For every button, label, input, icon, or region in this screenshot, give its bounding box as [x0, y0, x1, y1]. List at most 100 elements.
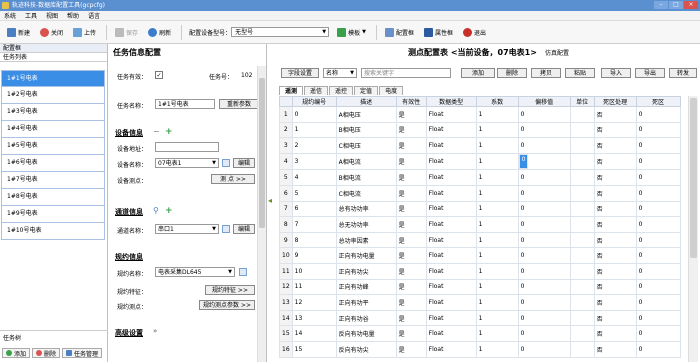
table-cell[interactable]: 正向有功谷: [335, 309, 397, 327]
table-cell[interactable]: 否: [593, 325, 637, 342]
table-cell[interactable]: 总有功功率: [335, 200, 397, 218]
table-cell[interactable]: Float: [425, 169, 477, 186]
table-cell[interactable]: 是: [395, 340, 427, 358]
table-cell[interactable]: Float: [425, 200, 477, 218]
table-cell[interactable]: C相电流: [335, 184, 397, 202]
task-item[interactable]: 1#7号电表: [1, 172, 105, 189]
scrollbar-thumb[interactable]: [259, 78, 265, 228]
table-cell[interactable]: 0: [517, 340, 571, 358]
tab-telemetry[interactable]: 遥测: [279, 86, 304, 95]
table-cell[interactable]: 1: [475, 200, 519, 218]
table-cell[interactable]: [569, 340, 595, 358]
table-cell[interactable]: Float: [425, 184, 477, 202]
table-cell[interactable]: [569, 247, 595, 264]
table-cell[interactable]: 是: [395, 294, 427, 311]
protocol-feature-button[interactable]: 规约特征 >>: [205, 285, 255, 295]
column-header[interactable]: 偏移值: [517, 96, 571, 107]
add-point-button[interactable]: 添加: [461, 68, 495, 78]
table-cell[interactable]: B相电流: [335, 169, 397, 186]
table-cell[interactable]: 0: [517, 137, 571, 154]
table-cell[interactable]: 否: [593, 169, 637, 186]
column-header[interactable]: 数据类型: [425, 96, 477, 107]
table-cell[interactable]: Float: [425, 247, 477, 264]
device-addr-input[interactable]: [155, 142, 219, 152]
table-cell[interactable]: 2: [291, 137, 337, 154]
table-cell[interactable]: 0: [291, 106, 337, 123]
table-cell[interactable]: 0: [635, 262, 681, 280]
table-cell[interactable]: 总无功功率: [335, 216, 397, 233]
table-cell[interactable]: 13: [291, 309, 337, 327]
table-cell[interactable]: 0: [635, 216, 681, 233]
table-cell[interactable]: 1: [475, 231, 519, 249]
table-cell[interactable]: 0: [517, 262, 571, 280]
table-cell[interactable]: 是: [395, 325, 427, 342]
table-cell[interactable]: 0: [517, 200, 571, 218]
table-cell[interactable]: 是: [395, 106, 427, 123]
export-button[interactable]: 导出: [635, 68, 665, 78]
table-cell[interactable]: 0: [517, 216, 571, 233]
table-cell[interactable]: 0: [517, 106, 571, 123]
table-cell[interactable]: Float: [425, 325, 477, 342]
table-cell[interactable]: 0: [635, 340, 681, 358]
table-cell[interactable]: 总功率因素: [335, 231, 397, 249]
channel-edit-button[interactable]: 编辑: [233, 224, 255, 234]
table-cell[interactable]: [569, 137, 595, 154]
table-cell[interactable]: [569, 106, 595, 123]
table-cell[interactable]: 是: [395, 216, 427, 233]
table-cell[interactable]: 0: [517, 121, 571, 139]
vertical-scrollbar[interactable]: [257, 66, 266, 362]
table-cell[interactable]: [569, 278, 595, 296]
table-cell[interactable]: Float: [425, 137, 477, 154]
table-cell[interactable]: [569, 262, 595, 280]
chevron-down-icon[interactable]: »: [153, 327, 157, 335]
table-cell[interactable]: 是: [395, 152, 427, 171]
table-cell[interactable]: 0: [517, 231, 571, 249]
table-cell[interactable]: 1: [475, 121, 519, 139]
table-cell[interactable]: 是: [395, 278, 427, 296]
close-window-button[interactable]: ×: [684, 1, 698, 9]
search-input[interactable]: 搜索关键字: [361, 68, 451, 78]
table-row[interactable]: 13 12 正向有功平是 Float 1 0 否 0: [279, 294, 681, 311]
table-icon[interactable]: [222, 159, 230, 167]
table-cell[interactable]: 12: [291, 294, 337, 311]
task-item[interactable]: 1#2号电表: [1, 87, 105, 104]
table-row[interactable]: 5 4 B相电流是 Float 1 0 否 0: [279, 169, 681, 186]
task-valid-checkbox[interactable]: ✓: [155, 71, 163, 79]
table-cell[interactable]: 3: [291, 152, 337, 171]
table-cell[interactable]: 否: [593, 294, 637, 311]
plus-icon[interactable]: +: [165, 206, 173, 216]
table-row[interactable]: 7 6 总有功功率是 Float 1 0 否 0: [279, 200, 681, 218]
table-cell[interactable]: 0: [635, 106, 681, 123]
table-row[interactable]: 12 11 正向有功峰是 Float 1 0 否 0: [279, 278, 681, 296]
task-item[interactable]: 1#10号电表: [1, 223, 105, 240]
menu-help[interactable]: 帮助: [67, 11, 79, 20]
field-select[interactable]: 名称 ▼: [323, 68, 357, 78]
table-cell[interactable]: 1: [475, 294, 519, 311]
table-cell[interactable]: Float: [425, 152, 477, 171]
table-cell[interactable]: 1: [475, 169, 519, 186]
table-cell[interactable]: 是: [395, 137, 427, 154]
table-cell[interactable]: 1: [475, 137, 519, 154]
table-cell[interactable]: 是: [395, 184, 427, 202]
table-cell[interactable]: 0: [635, 278, 681, 296]
delete-task-button[interactable]: 删除: [32, 348, 61, 358]
table-cell[interactable]: Float: [425, 216, 477, 233]
advanced-section-title[interactable]: 高级设置: [115, 328, 143, 338]
table-cell[interactable]: 11: [291, 278, 337, 296]
task-item[interactable]: 1#4号电表: [1, 121, 105, 138]
menu-tools[interactable]: 工具: [25, 11, 37, 20]
table-cell[interactable]: 1: [475, 278, 519, 296]
table-row[interactable]: 8 7 总无功功率是 Float 1 0 否 0: [279, 216, 681, 233]
table-cell[interactable]: Float: [425, 309, 477, 327]
table-cell[interactable]: Float: [425, 106, 477, 123]
save-button[interactable]: 保存: [111, 24, 142, 41]
table-cell[interactable]: 7: [291, 216, 337, 233]
upload-button[interactable]: 上传: [69, 24, 100, 41]
table-row[interactable]: 15 14 反向有功电量是 Float 1 0 否 0: [279, 325, 681, 342]
table-cell[interactable]: 1: [475, 325, 519, 342]
task-item[interactable]: 1#1号电表: [1, 70, 105, 87]
table-cell[interactable]: 是: [395, 309, 427, 327]
column-header[interactable]: 死区: [635, 96, 681, 107]
menu-language[interactable]: 语言: [88, 11, 100, 20]
table-cell[interactable]: Float: [425, 294, 477, 311]
